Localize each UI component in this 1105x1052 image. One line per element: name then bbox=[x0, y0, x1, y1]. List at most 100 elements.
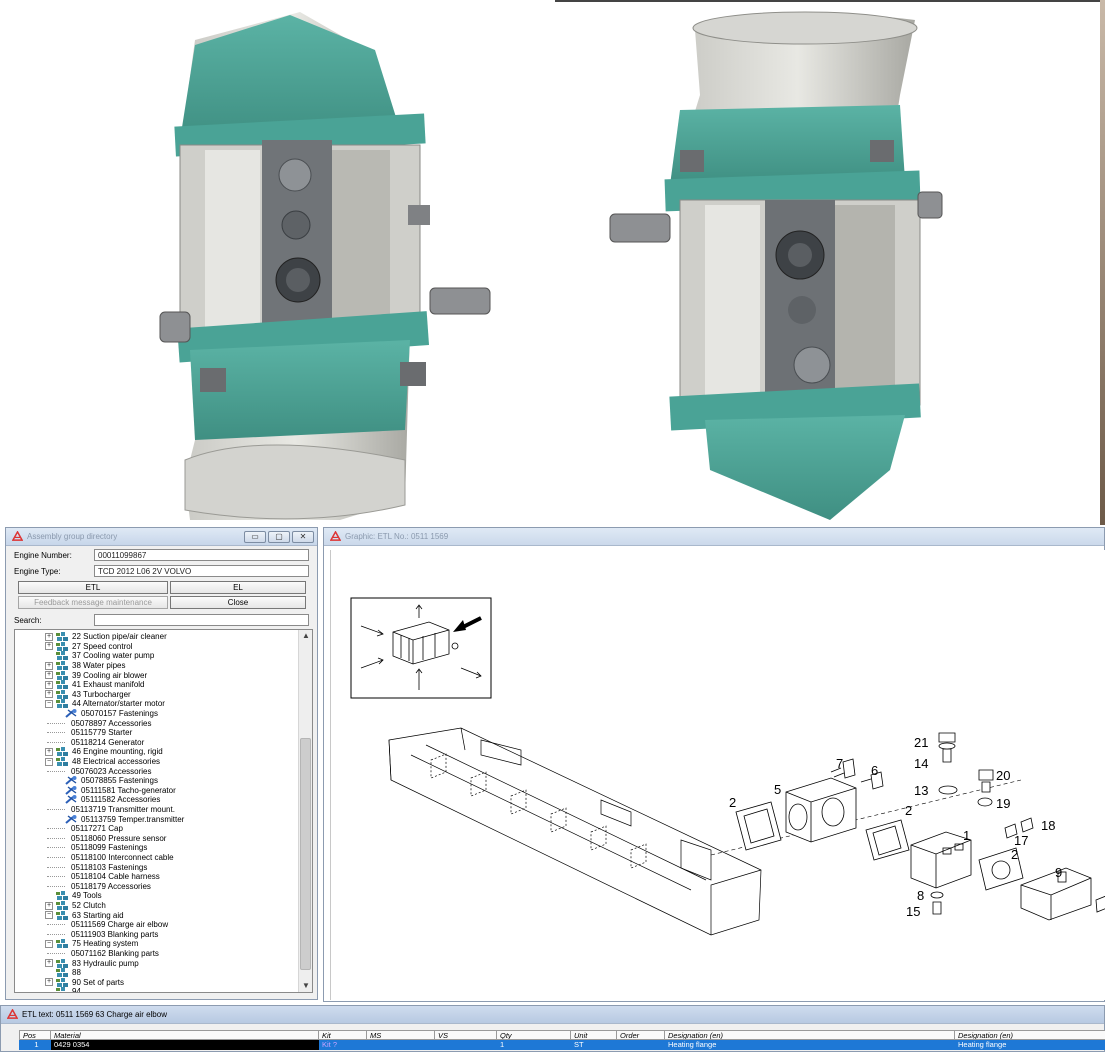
tree-item[interactable]: − 63 Starting aid bbox=[45, 910, 124, 920]
col-unit[interactable]: Unit bbox=[571, 1030, 617, 1040]
tree-item[interactable]: +38 Water pipes bbox=[45, 661, 126, 671]
tree-item[interactable]: +27 Speed control bbox=[45, 641, 133, 652]
tree-scrollbar[interactable]: ▲ ▼ bbox=[298, 630, 312, 992]
table-row[interactable]: 1 0429 0354 Kit ? 1 ST Heating flange He… bbox=[19, 1040, 1105, 1050]
left-part-photo bbox=[159, 12, 491, 520]
col-designation-1[interactable]: Designation (en) bbox=[665, 1030, 955, 1040]
tree-connector bbox=[47, 924, 65, 926]
col-pos[interactable]: Pos bbox=[19, 1030, 51, 1040]
col-designation-2[interactable]: Designation (en) bbox=[955, 1030, 1105, 1040]
tree-item[interactable]: 49 Tools bbox=[45, 891, 102, 901]
collapse-icon[interactable]: − bbox=[45, 911, 53, 920]
tree-item[interactable]: 05111903 Blanking parts bbox=[47, 930, 158, 940]
scroll-up-icon[interactable]: ▲ bbox=[299, 630, 312, 642]
expand-icon[interactable]: + bbox=[45, 690, 53, 699]
tree-item-label: 05118214 Generator bbox=[71, 737, 145, 747]
tree-item[interactable]: +52 Clutch bbox=[45, 901, 106, 911]
collapse-icon[interactable]: − bbox=[45, 757, 53, 766]
tree-item[interactable]: 05118100 Interconnect cable bbox=[47, 853, 174, 863]
expand-icon[interactable]: + bbox=[45, 661, 53, 670]
tree-item[interactable]: +41 Exhaust manifold bbox=[45, 680, 145, 690]
expand-icon[interactable]: + bbox=[45, 747, 53, 756]
tree-item[interactable]: 05118104 Cable harness bbox=[47, 872, 160, 882]
tree-item[interactable]: 05076023 Accessories bbox=[47, 766, 152, 776]
feedback-button[interactable]: Feedback message maintenance bbox=[18, 596, 168, 609]
tree-item[interactable]: 05111582 Accessories bbox=[65, 795, 160, 805]
graphic-window: Graphic: ETL No.: 0511 1569 21 14 20 13 … bbox=[323, 527, 1105, 1002]
expand-icon[interactable]: + bbox=[45, 901, 53, 910]
expand-icon[interactable]: + bbox=[45, 680, 53, 689]
col-order[interactable]: Order bbox=[617, 1030, 665, 1040]
minimize-button[interactable]: ▭ bbox=[244, 530, 266, 543]
collapse-icon[interactable]: − bbox=[45, 939, 53, 948]
tree-item[interactable]: 05071162 Blanking parts bbox=[47, 949, 159, 959]
assembly-group-icon bbox=[56, 641, 68, 651]
expand-icon bbox=[45, 892, 53, 900]
tree-item-label: 37 Cooling water pump bbox=[72, 651, 155, 661]
expand-icon[interactable]: + bbox=[45, 642, 53, 651]
assembly-group-icon bbox=[56, 699, 68, 709]
col-vs[interactable]: VS bbox=[435, 1030, 497, 1040]
tree-item-label: 44 Alternator/starter motor bbox=[72, 699, 165, 709]
tree-item[interactable]: 37 Cooling water pump bbox=[45, 651, 154, 661]
search-label: Search: bbox=[14, 615, 42, 625]
tree-item[interactable]: 05078897 Accessories bbox=[47, 718, 152, 728]
wrench-icon bbox=[65, 795, 77, 805]
etl-button[interactable]: ETL bbox=[18, 581, 168, 594]
tree-item[interactable]: 05118060 Pressure sensor bbox=[47, 834, 166, 844]
el-button[interactable]: EL bbox=[170, 581, 306, 594]
scroll-thumb[interactable] bbox=[300, 738, 311, 970]
tree-item[interactable]: +46 Engine mounting, rigid bbox=[45, 747, 163, 757]
search-input[interactable] bbox=[94, 614, 309, 626]
expand-icon[interactable]: + bbox=[45, 671, 53, 680]
tree-item[interactable]: 05117271 Cap bbox=[47, 824, 123, 834]
maximize-button[interactable]: ▢ bbox=[268, 530, 290, 543]
tree-item[interactable]: 05113759 Temper.transmitter bbox=[65, 814, 184, 824]
collapse-icon[interactable]: − bbox=[45, 699, 53, 708]
tree-item-label: 94 bbox=[72, 987, 81, 993]
tree-item[interactable]: +43 Turbocharger bbox=[45, 689, 131, 700]
close-button[interactable]: Close bbox=[170, 596, 306, 609]
tree-item[interactable]: 05078855 Fastenings bbox=[65, 776, 158, 786]
engine-number-field[interactable]: 00011099867 bbox=[94, 549, 309, 561]
tree-item[interactable]: 05115779 Starter bbox=[47, 728, 132, 738]
tree-item[interactable]: 05118099 Fastenings bbox=[47, 843, 147, 853]
tree-connector bbox=[47, 876, 65, 878]
expand-icon[interactable]: + bbox=[45, 959, 53, 968]
tree-item[interactable]: 94 bbox=[45, 987, 81, 993]
assembly-tree[interactable]: ▲ ▼ +22 Suction pipe/air cleaner +27 Spee… bbox=[14, 629, 313, 993]
tree-item[interactable]: 05113719 Transmitter mount. bbox=[47, 805, 175, 815]
close-window-button[interactable]: ✕ bbox=[292, 530, 314, 543]
tree-item[interactable]: 88 bbox=[45, 968, 81, 978]
photo-area bbox=[0, 0, 1105, 525]
wrench-icon bbox=[65, 785, 77, 795]
tree-item[interactable]: 05118179 Accessories bbox=[47, 882, 151, 892]
expand-icon[interactable]: + bbox=[45, 978, 53, 987]
callout-18: 18 bbox=[1041, 818, 1055, 833]
tree-item-label: 88 bbox=[72, 968, 81, 978]
exploded-view-canvas[interactable]: 21 14 20 13 19 7 6 5 2 2 1 18 17 2 9 8 1… bbox=[330, 550, 1105, 1000]
engine-type-field[interactable]: TCD 2012 L06 2V VOLVO bbox=[94, 565, 309, 577]
tree-item[interactable]: +90 Set of parts bbox=[45, 977, 124, 988]
col-ms[interactable]: MS bbox=[367, 1030, 435, 1040]
col-material[interactable]: Material bbox=[51, 1030, 319, 1040]
col-kit[interactable]: Kit bbox=[319, 1030, 367, 1040]
tree-item[interactable]: − 75 Heating system bbox=[45, 939, 138, 949]
graphic-title: Graphic: ETL No.: 0511 1569 bbox=[345, 532, 449, 541]
app-logo-icon bbox=[12, 531, 23, 541]
tree-item[interactable]: 05118214 Generator bbox=[47, 738, 144, 748]
tree-item[interactable]: +22 Suction pipe/air cleaner bbox=[45, 632, 167, 642]
tree-item[interactable]: − 48 Electrical accessories bbox=[45, 757, 160, 767]
tree-item[interactable]: +39 Cooling air blower bbox=[45, 670, 147, 680]
tree-item[interactable]: 05111581 Tacho-generator bbox=[65, 785, 176, 796]
tree-item[interactable]: 05111569 Charge air elbow bbox=[47, 920, 168, 930]
tree-item[interactable]: 05118103 Fastenings bbox=[47, 862, 147, 872]
scroll-down-icon[interactable]: ▼ bbox=[299, 980, 312, 992]
tree-item[interactable]: 05070157 Fastenings bbox=[65, 709, 158, 719]
tree-item[interactable]: +83 Hydraulic pump bbox=[45, 958, 139, 968]
tree-connector bbox=[47, 828, 65, 830]
tree-item[interactable]: − 44 Alternator/starter motor bbox=[45, 699, 165, 709]
expand-icon[interactable]: + bbox=[45, 632, 53, 641]
col-qty[interactable]: Qty bbox=[497, 1030, 571, 1040]
etl-table: Pos Material Kit MS VS Qty Unit Order De… bbox=[19, 1030, 1105, 1050]
